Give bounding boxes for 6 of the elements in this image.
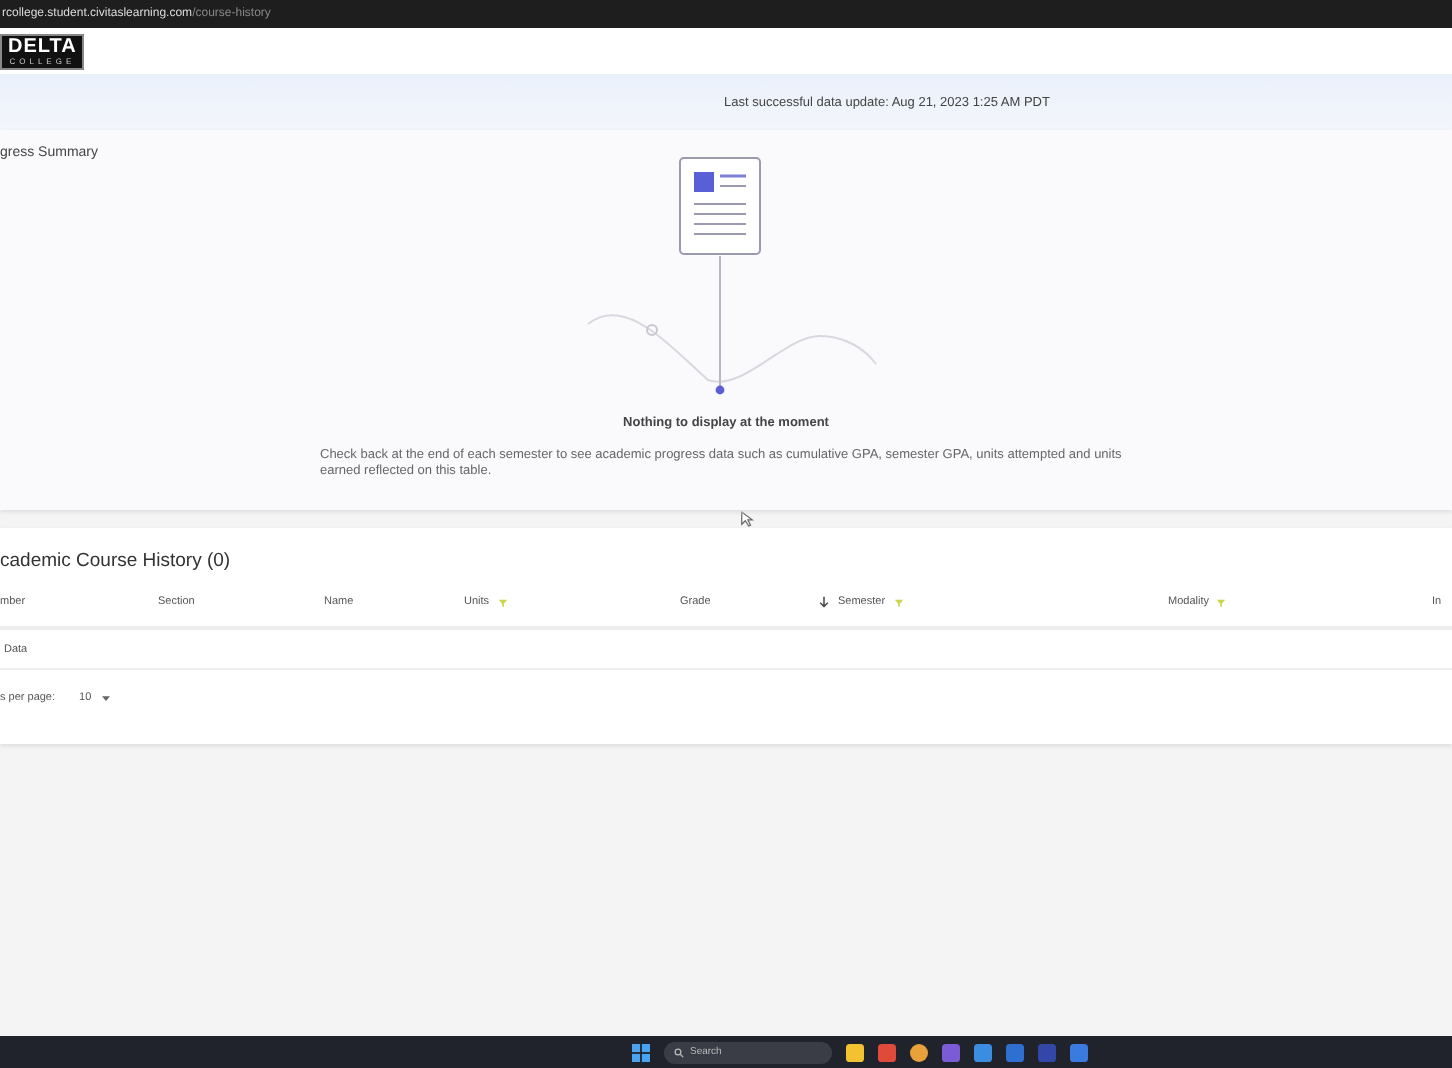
sort-arrow-icon[interactable] xyxy=(818,596,830,608)
caret-icon xyxy=(101,695,110,701)
section-title: cademic Course History (0) xyxy=(0,550,233,576)
app-icon[interactable] xyxy=(878,1043,896,1061)
windows-start-icon[interactable] xyxy=(632,1043,650,1061)
search-icon xyxy=(674,1047,684,1057)
